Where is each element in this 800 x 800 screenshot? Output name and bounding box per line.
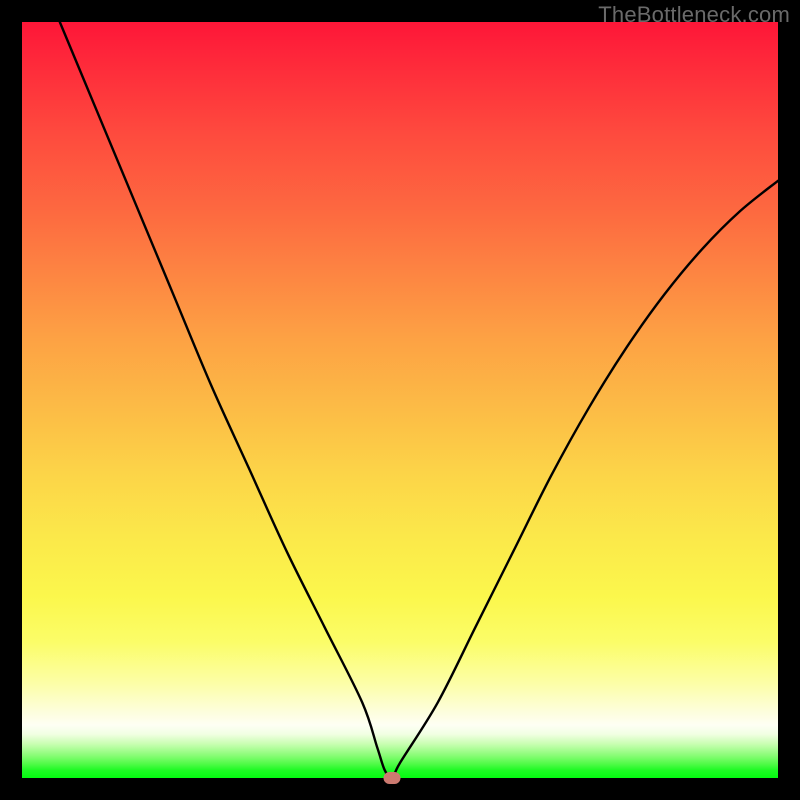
plot-area — [22, 22, 778, 778]
watermark-text: TheBottleneck.com — [598, 2, 790, 28]
curve-svg — [22, 22, 778, 778]
chart-container: TheBottleneck.com — [0, 0, 800, 800]
minimum-marker — [384, 772, 401, 784]
bottleneck-curve — [60, 22, 778, 778]
